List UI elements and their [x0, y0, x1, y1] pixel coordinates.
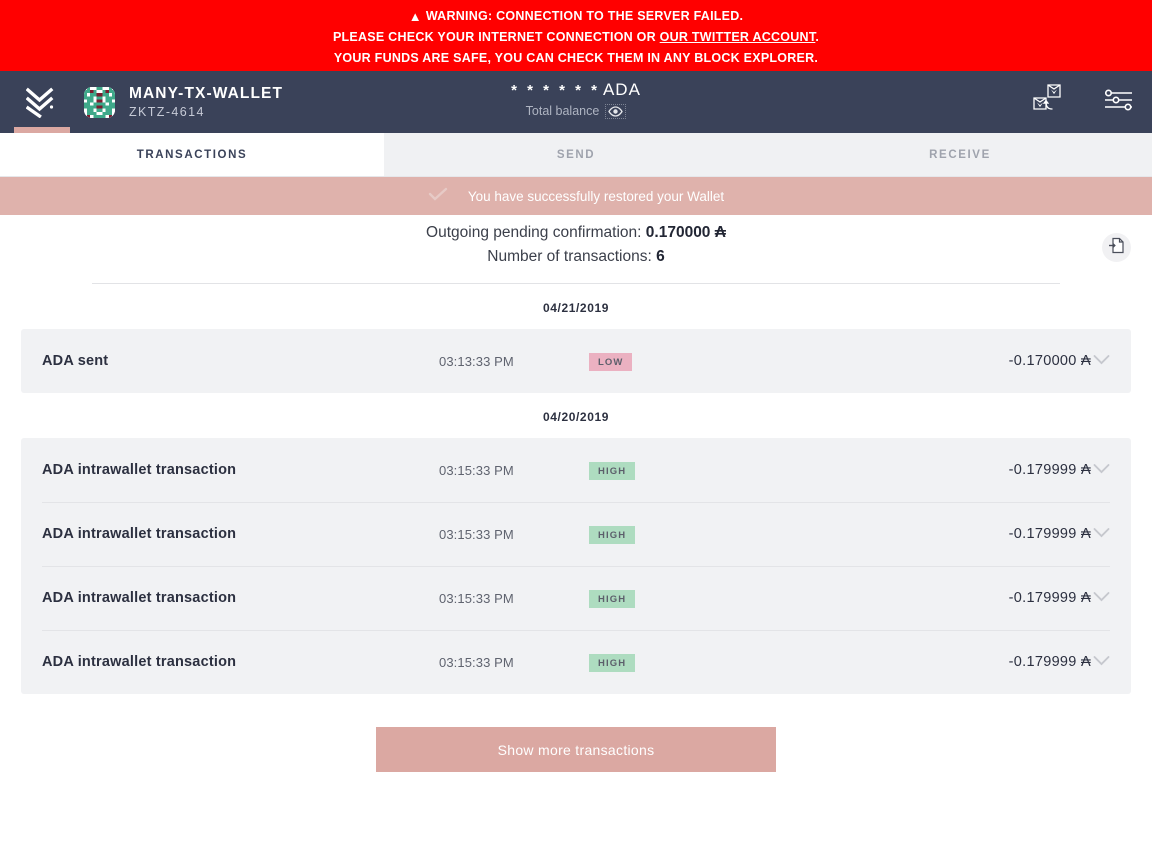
transaction-amount-unit: ₳ [1081, 590, 1091, 606]
pending-confirmation-value: 0.170000 [645, 224, 711, 241]
transaction-amount-unit: ₳ [1081, 654, 1091, 670]
export-transactions-button[interactable] [1102, 233, 1131, 262]
transactions-count-label: Number of transactions: [487, 248, 652, 265]
transaction-time: 03:15:33 PM [439, 462, 514, 478]
transaction-amount-value: -0.170000 [1008, 353, 1077, 369]
show-more-wrap: Show more transactions [0, 694, 1152, 772]
app-header: MANY-TX-WALLET ZKTZ-4614 * * * * * * ADA … [0, 71, 1152, 133]
transaction-amount-unit: ₳ [1081, 526, 1091, 542]
transaction-amount-value: -0.179999 [1008, 590, 1077, 606]
wallet-name: MANY-TX-WALLET [129, 84, 284, 102]
active-indicator-underline [14, 127, 70, 133]
transaction-badge-cell: HIGH [589, 525, 909, 544]
warning-line-2-suffix: . [815, 30, 820, 44]
transactions-count-line: Number of transactions: 6 [0, 245, 1152, 269]
table-row[interactable]: ADA intrawallet transaction 03:15:33 PM … [21, 566, 1131, 630]
transaction-time: 03:15:33 PM [439, 526, 514, 542]
transaction-time: 03:13:33 PM [439, 353, 514, 369]
status-badge: HIGH [589, 461, 636, 480]
pending-confirmation-line: Outgoing pending confirmation: 0.170000 … [0, 221, 1152, 245]
transaction-amount-value: -0.179999 [1008, 526, 1077, 542]
warning-triangle-icon: ▲ [408, 9, 422, 24]
transaction-badge-cell: HIGH [589, 461, 909, 480]
balance-hidden-value: * * * * * * [511, 82, 600, 99]
transaction-amount-unit: ₳ [1081, 353, 1091, 369]
sliders-icon[interactable] [1103, 88, 1134, 116]
pending-confirmation-unit: ₳ [714, 224, 726, 241]
transaction-title: ADA sent [42, 353, 109, 369]
tab-send[interactable]: SEND [384, 133, 768, 176]
wallet-tabs: TRANSACTIONS SEND RECEIVE [0, 133, 1152, 177]
chevron-down-icon[interactable] [1093, 461, 1110, 479]
date-header: 04/20/2019 [542, 410, 610, 424]
show-more-transactions-button[interactable]: Show more transactions [376, 727, 776, 772]
transaction-group: ADA intrawallet transaction 03:15:33 PM … [21, 438, 1131, 694]
tab-transactions[interactable]: TRANSACTIONS [0, 133, 384, 176]
header-actions [1031, 71, 1134, 133]
transaction-time: 03:15:33 PM [439, 590, 514, 606]
total-balance-label: Total balance [525, 104, 600, 118]
server-connection-warning-bar: ▲ WARNING: CONNECTION TO THE SERVER FAILE… [0, 0, 1152, 71]
check-icon [428, 187, 448, 206]
table-row[interactable]: ADA intrawallet transaction 03:15:33 PM … [21, 630, 1131, 694]
chevron-down-icon[interactable] [1093, 352, 1110, 370]
warning-line-1-text: WARNING: CONNECTION TO THE SERVER FAILED… [425, 9, 744, 23]
wallet-identicon [84, 86, 115, 118]
wallet-switch-icon[interactable] [1031, 83, 1073, 122]
warning-line-2-prefix: PLEASE CHECK YOUR INTERNET CONNECTION OR [332, 30, 660, 44]
wallet-id: ZKTZ-4614 [129, 104, 205, 119]
tab-receive[interactable]: RECEIVE [768, 133, 1152, 176]
transaction-title: ADA intrawallet transaction [42, 526, 237, 542]
eye-icon[interactable] [605, 103, 627, 119]
chevron-down-icon[interactable] [1093, 525, 1110, 543]
table-row[interactable]: ADA intrawallet transaction 03:15:33 PM … [21, 502, 1131, 566]
warning-line-2: PLEASE CHECK YOUR INTERNET CONNECTION OR… [0, 27, 1152, 48]
transaction-badge-cell: HIGH [589, 653, 909, 672]
transaction-badge-cell: HIGH [589, 589, 909, 608]
daedalus-logo-icon [25, 87, 59, 118]
chevron-down-icon[interactable] [1093, 589, 1110, 607]
warning-line-1: ▲ WARNING: CONNECTION TO THE SERVER FAILE… [0, 6, 1152, 27]
restore-success-notification: You have successfully restored your Wall… [0, 177, 1152, 215]
status-badge: HIGH [589, 653, 636, 672]
status-badge: HIGH [589, 589, 636, 608]
warning-line-3: YOUR FUNDS ARE SAFE, YOU CAN CHECK THEM … [333, 51, 819, 65]
transaction-title: ADA intrawallet transaction [42, 590, 237, 606]
status-badge: LOW [589, 352, 633, 371]
sidebar-toggle-logo[interactable] [0, 71, 84, 133]
transaction-amount-value: -0.179999 [1008, 654, 1077, 670]
total-balance-label-row: Total balance [526, 102, 627, 120]
transaction-title: ADA intrawallet transaction [42, 462, 237, 478]
transactions-summary: Outgoing pending confirmation: 0.170000 … [0, 215, 1152, 269]
transaction-badge-cell: LOW [589, 352, 909, 371]
table-row[interactable]: ADA intrawallet transaction 03:15:33 PM … [21, 438, 1131, 502]
transactions-count-value: 6 [656, 248, 665, 265]
table-row[interactable]: ADA sent 03:13:33 PM LOW -0.170000 ₳ [21, 329, 1131, 393]
transaction-time: 03:15:33 PM [439, 654, 514, 670]
notification-text: You have successfully restored your Wall… [467, 188, 725, 204]
pending-confirmation-label: Outgoing pending confirmation: [426, 224, 642, 241]
wallet-summary[interactable]: MANY-TX-WALLET ZKTZ-4614 [84, 84, 283, 121]
twitter-account-link[interactable]: OUR TWITTER ACCOUNT [660, 30, 816, 44]
transaction-group: ADA sent 03:13:33 PM LOW -0.170000 ₳ [21, 329, 1131, 393]
transaction-amount-value: -0.179999 [1008, 462, 1077, 478]
transaction-title: ADA intrawallet transaction [42, 654, 237, 670]
transaction-amount-unit: ₳ [1081, 462, 1091, 478]
chevron-down-icon[interactable] [1093, 653, 1110, 671]
status-badge: HIGH [589, 525, 636, 544]
balance-currency-unit: ADA [602, 80, 641, 99]
transactions-page: Outgoing pending confirmation: 0.170000 … [0, 215, 1152, 847]
date-header: 04/21/2019 [542, 301, 610, 315]
export-file-icon [1108, 237, 1125, 259]
